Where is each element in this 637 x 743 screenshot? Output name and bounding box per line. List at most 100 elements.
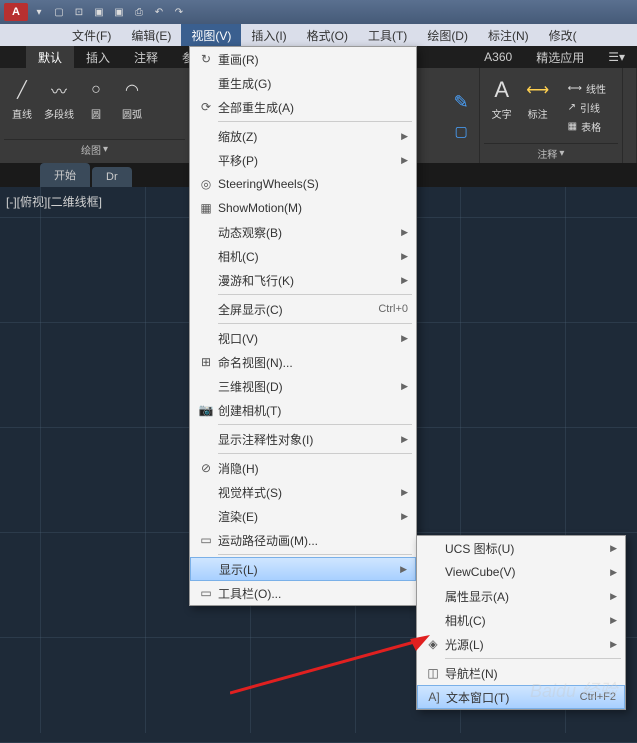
menu-item-label: 消隐(H) (218, 460, 408, 477)
viewmenu-item-27[interactable]: ▭工具栏(O)... (190, 581, 416, 605)
displaymenu-item-3[interactable]: 相机(C)▶ (417, 608, 625, 632)
text-icon: A (488, 76, 516, 104)
submenu-arrow-icon: ▶ (401, 131, 408, 142)
viewmenu-item-15[interactable]: ⊞命名视图(N)... (190, 350, 416, 374)
tab-annotate[interactable]: 注释 (122, 46, 170, 68)
menu-item-label: 文本窗口(T) (446, 689, 580, 706)
app-logo[interactable]: A (4, 3, 28, 21)
menu-item-label: 相机(C) (445, 612, 610, 629)
menu-item-label: 显示注释性对象(I) (218, 431, 401, 448)
menu-item-icon: A] (422, 690, 446, 704)
submenu-arrow-icon: ▶ (400, 564, 407, 575)
viewmenu-item-9[interactable]: 相机(C)▶ (190, 244, 416, 268)
tab-featured[interactable]: 精选应用 (524, 46, 596, 68)
tool-polyline[interactable]: 〰多段线 (44, 76, 74, 121)
displaymenu-item-0[interactable]: UCS 图标(U)▶ (417, 536, 625, 560)
viewmenu-item-1[interactable]: 重生成(G) (190, 71, 416, 95)
qat-save-icon[interactable]: ▣ (90, 3, 108, 21)
menu-view[interactable]: 视图(V) (181, 24, 241, 46)
viewmenu-item-14[interactable]: 视口(V)▶ (190, 326, 416, 350)
displaymenu-item-7[interactable]: A]文本窗口(T)Ctrl+F2 (417, 685, 625, 709)
menu-item-label: 导航栏(N) (445, 665, 617, 682)
qat-redo-icon[interactable]: ↷ (170, 3, 188, 21)
viewport-label[interactable]: [-][俯视][二维线框] (6, 193, 102, 210)
tool-table[interactable]: ▦表格 (564, 118, 610, 135)
menu-item-label: 工具栏(O)... (218, 585, 408, 602)
qat-dropdown-icon[interactable]: ▾ (30, 3, 48, 21)
viewmenu-item-17[interactable]: 📷创建相机(T) (190, 398, 416, 422)
panel-annotate-label[interactable]: 注释 ▾ (484, 143, 618, 163)
viewmenu-item-6[interactable]: ◎SteeringWheels(S) (190, 172, 416, 196)
viewmenu-item-4[interactable]: 缩放(Z)▶ (190, 124, 416, 148)
submenu-arrow-icon: ▶ (401, 511, 408, 522)
displaymenu-item-6[interactable]: ◫导航栏(N) (417, 661, 625, 685)
viewmenu-item-12[interactable]: 全屏显示(C)Ctrl+0 (190, 297, 416, 321)
menu-item-label: 重生成(G) (218, 75, 408, 92)
menu-item-label: 运动路径动画(M)... (218, 532, 408, 549)
viewmenu-item-24[interactable]: ▭运动路径动画(M)... (190, 528, 416, 552)
menu-item-label: ShowMotion(M) (218, 201, 408, 215)
submenu-arrow-icon: ▶ (401, 487, 408, 498)
menu-file[interactable]: 文件(F) (62, 24, 121, 46)
qat-undo-icon[interactable]: ↶ (150, 3, 168, 21)
display-submenu: UCS 图标(U)▶ViewCube(V)▶属性显示(A)▶相机(C)▶◈光源(… (416, 535, 626, 710)
viewmenu-item-7[interactable]: ▦ShowMotion(M) (190, 196, 416, 220)
viewmenu-item-8[interactable]: 动态观察(B)▶ (190, 220, 416, 244)
menu-edit[interactable]: 编辑(E) (121, 24, 181, 46)
submenu-arrow-icon: ▶ (610, 591, 617, 602)
menu-item-label: 相机(C) (218, 248, 401, 265)
tool-text[interactable]: A文字 (488, 76, 516, 139)
menu-item-label: 属性显示(A) (445, 588, 610, 605)
submenu-arrow-icon: ▶ (401, 333, 408, 344)
displaymenu-item-4[interactable]: ◈光源(L)▶ (417, 632, 625, 656)
viewmenu-item-16[interactable]: 三维视图(D)▶ (190, 374, 416, 398)
tab-default[interactable]: 默认 (26, 46, 74, 68)
viewmenu-item-19[interactable]: 显示注释性对象(I)▶ (190, 427, 416, 451)
mark-icon[interactable]: ✎ (454, 92, 469, 113)
viewmenu-item-5[interactable]: 平移(P)▶ (190, 148, 416, 172)
tool-arc[interactable]: ◠圆弧 (118, 76, 146, 121)
viewmenu-item-2[interactable]: ⟳全部重生成(A) (190, 95, 416, 119)
menubar: 文件(F) 编辑(E) 视图(V) 插入(I) 格式(O) 工具(T) 绘图(D… (0, 24, 637, 46)
menu-item-label: 动态观察(B) (218, 224, 401, 241)
qat-open-icon[interactable]: ⊡ (70, 3, 88, 21)
menu-item-icon: ⟳ (194, 100, 218, 114)
submenu-arrow-icon: ▶ (401, 227, 408, 238)
tool-line[interactable]: ╱直线 (8, 76, 36, 121)
menu-insert[interactable]: 插入(I) (241, 24, 296, 46)
qat-print-icon[interactable]: ⎙ (130, 3, 148, 21)
viewmenu-item-21[interactable]: ⊘消隐(H) (190, 456, 416, 480)
tab-a360[interactable]: A360 (472, 46, 524, 68)
displaymenu-item-2[interactable]: 属性显示(A)▶ (417, 584, 625, 608)
menu-item-label: 全屏显示(C) (218, 301, 378, 318)
tool-linear[interactable]: ⟷线性 (564, 80, 610, 97)
filetab-start[interactable]: 开始 (40, 163, 90, 187)
displaymenu-item-1[interactable]: ViewCube(V)▶ (417, 560, 625, 584)
menu-modify[interactable]: 修改( (539, 24, 587, 46)
polyline-icon: 〰 (45, 76, 73, 104)
menu-item-label: 创建相机(T) (218, 402, 408, 419)
menu-format[interactable]: 格式(O) (297, 24, 358, 46)
qat-saveas-icon[interactable]: ▣ (110, 3, 128, 21)
tool-leader[interactable]: ↗引线 (564, 99, 610, 116)
panel-draw-label[interactable]: 绘图 ▾ (4, 139, 185, 159)
menu-tools[interactable]: 工具(T) (358, 24, 417, 46)
viewmenu-item-0[interactable]: ↻重画(R) (190, 47, 416, 71)
submenu-arrow-icon: ▶ (401, 155, 408, 166)
tab-expand-icon[interactable]: ☰▾ (596, 46, 637, 68)
viewmenu-item-10[interactable]: 漫游和飞行(K)▶ (190, 268, 416, 292)
qat-new-icon[interactable]: ▢ (50, 3, 68, 21)
viewmenu-item-26[interactable]: 显示(L)▶ (190, 557, 416, 581)
clipboard-icon[interactable]: ▢ (455, 123, 468, 140)
viewmenu-item-22[interactable]: 视觉样式(S)▶ (190, 480, 416, 504)
menu-item-label: SteeringWheels(S) (218, 177, 408, 191)
tab-insert[interactable]: 插入 (74, 46, 122, 68)
menu-draw[interactable]: 绘图(D) (417, 24, 478, 46)
menu-item-icon: ⊞ (194, 355, 218, 369)
menu-dim[interactable]: 标注(N) (478, 24, 539, 46)
menu-item-label: ViewCube(V) (445, 565, 610, 579)
filetab-drawing[interactable]: Dr (92, 167, 132, 187)
viewmenu-item-23[interactable]: 渲染(E)▶ (190, 504, 416, 528)
tool-circle[interactable]: ○圆 (82, 76, 110, 121)
tool-dim[interactable]: ⟷标注 (524, 76, 552, 139)
